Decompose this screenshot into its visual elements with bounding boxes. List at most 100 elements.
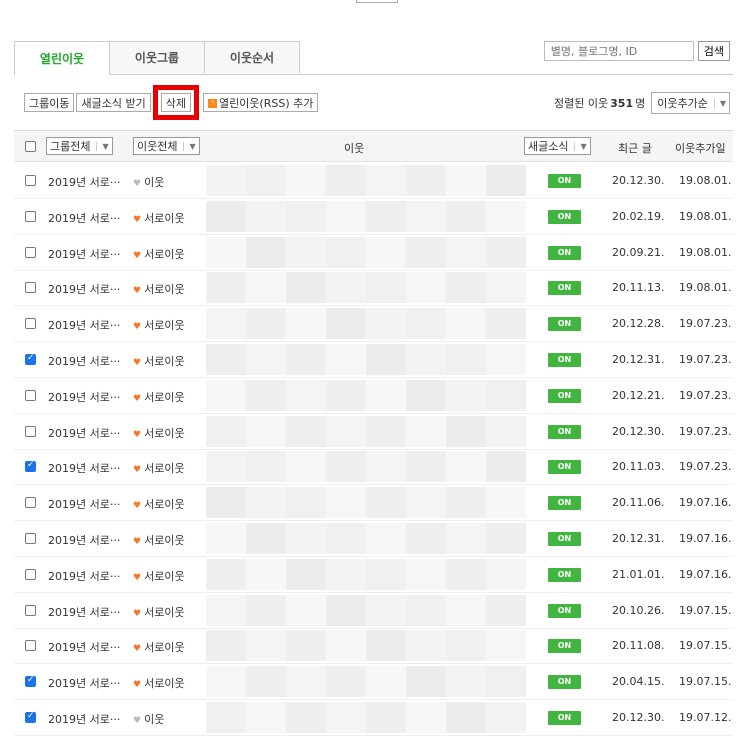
row-checkbox[interactable] xyxy=(25,460,36,473)
search-input[interactable] xyxy=(543,41,694,61)
row-checkbox[interactable] xyxy=(25,282,36,294)
neighbor-filter-select[interactable]: 이웃전체 ▼ xyxy=(133,137,200,155)
new-post-toggle[interactable]: ON xyxy=(548,675,581,690)
row-checkbox[interactable] xyxy=(25,318,36,330)
neighbor-name-blurred[interactable] xyxy=(206,558,526,590)
blurred-cell xyxy=(326,344,366,375)
chevron-down-icon: ▼ xyxy=(96,141,109,151)
heart-icon: ♥ xyxy=(133,501,142,512)
new-post-toggle[interactable]: ON xyxy=(548,460,581,475)
blurred-cell xyxy=(326,379,366,411)
new-post-toggle[interactable]: ON xyxy=(548,603,581,618)
neighbor-name-blurred[interactable] xyxy=(206,415,526,447)
row-checkbox[interactable] xyxy=(25,711,36,723)
row-checkbox[interactable] xyxy=(25,533,36,544)
row-added-date: 19.07.12. xyxy=(679,711,732,724)
blurred-cell xyxy=(246,200,286,232)
neighbor-name-blurred[interactable] xyxy=(206,451,526,483)
new-post-toggle[interactable]: ON xyxy=(548,711,581,725)
neighbor-name-blurred[interactable] xyxy=(206,308,526,340)
row-checkbox[interactable] xyxy=(25,675,36,688)
group-move-button[interactable]: 그룹이동 xyxy=(24,93,75,112)
neighbor-name-blurred[interactable] xyxy=(206,702,526,733)
row-checkbox[interactable] xyxy=(25,568,36,580)
tab-neighbor-groups[interactable]: 이웃그룹 xyxy=(109,41,205,73)
row-recent-date: 20.02.19. xyxy=(612,209,665,223)
new-post-toggle[interactable]: ON xyxy=(548,174,581,188)
neighbor-name-blurred[interactable] xyxy=(206,165,526,196)
rss-add-button[interactable]: ◝ 열린이웃(RSS) 추가 xyxy=(202,93,319,112)
blurred-cell xyxy=(286,666,326,698)
blurred-cell xyxy=(486,666,526,698)
blurred-cell xyxy=(406,165,446,196)
tab-neighbor-order[interactable]: 이웃순서 xyxy=(204,41,300,73)
neighbor-name-blurred[interactable] xyxy=(206,594,526,626)
new-post-toggle[interactable]: ON xyxy=(548,353,581,367)
row-neighbor-type-label: 서로이웃 xyxy=(144,534,185,547)
new-post-toggle[interactable]: ON xyxy=(548,209,581,224)
new-post-filter-select[interactable]: 새글소식 ▼ xyxy=(524,137,591,155)
row-checkbox[interactable] xyxy=(25,604,36,616)
row-checkbox[interactable] xyxy=(25,175,36,186)
new-post-toggle[interactable]: ON xyxy=(548,424,581,439)
row-neighbor-type: ♥ 서로이웃 xyxy=(133,281,185,297)
blurred-cell xyxy=(206,523,246,554)
blurred-cell xyxy=(406,523,446,554)
delete-button[interactable]: 삭제 xyxy=(152,85,200,120)
new-post-toggle[interactable]: ON xyxy=(548,567,581,582)
neighbor-name-blurred[interactable] xyxy=(206,666,526,698)
blurred-cell xyxy=(286,272,326,304)
new-post-toggle[interactable]: ON xyxy=(548,317,581,332)
tab-open-neighbors[interactable]: 열린이웃 xyxy=(14,41,110,75)
row-checkbox[interactable] xyxy=(25,389,36,401)
blurred-cell xyxy=(446,487,486,519)
group-filter-select[interactable]: 그룹전체 ▼ xyxy=(46,137,113,155)
sort-select[interactable]: 이웃추가순 ▼ xyxy=(651,92,730,114)
receive-news-button[interactable]: 새글소식 받기 xyxy=(76,93,151,112)
new-post-toggle[interactable]: ON xyxy=(548,281,581,296)
row-added-date: 19.07.16. xyxy=(679,496,732,510)
blurred-cell xyxy=(206,451,246,483)
blurred-cell xyxy=(486,451,526,483)
select-all-checkbox[interactable] xyxy=(25,141,36,152)
row-recent-date: 20.10.26. xyxy=(612,603,665,617)
blurred-cell xyxy=(366,415,406,447)
neighbor-name-blurred[interactable] xyxy=(206,272,526,304)
row-neighbor-type-label: 서로이웃 xyxy=(144,390,185,404)
neighbor-name-blurred[interactable] xyxy=(206,200,526,232)
blurred-cell xyxy=(366,451,406,483)
new-post-toggle[interactable]: ON xyxy=(548,496,581,511)
neighbor-name-blurred[interactable] xyxy=(206,523,526,554)
row-recent-date: 20.04.15. xyxy=(612,675,665,689)
new-post-toggle[interactable]: ON xyxy=(548,532,581,546)
blurred-cell xyxy=(206,594,246,626)
row-checkbox[interactable] xyxy=(25,210,36,222)
toolbar: 그룹이동 새글소식 받기 삭제 ◝ 열린이웃(RSS) 추가 xyxy=(24,85,320,120)
row-group: 2019년 서로··· xyxy=(48,390,121,404)
blurred-cell xyxy=(246,523,286,554)
row-checkbox[interactable] xyxy=(25,497,36,509)
new-post-toggle[interactable]: ON xyxy=(548,388,581,403)
blurred-cell xyxy=(206,666,246,698)
neighbor-name-blurred[interactable] xyxy=(206,344,526,375)
row-neighbor-type-label: 서로이웃 xyxy=(144,355,185,368)
neighbor-name-blurred[interactable] xyxy=(206,379,526,411)
new-post-toggle[interactable]: ON xyxy=(548,639,581,654)
blurred-cell xyxy=(286,308,326,340)
blurred-cell xyxy=(406,451,446,483)
row-checkbox[interactable] xyxy=(25,640,36,652)
row-checkbox[interactable] xyxy=(25,353,36,365)
row-recent-date: 20.12.21. xyxy=(612,388,665,402)
row-checkbox[interactable] xyxy=(25,425,36,437)
sort-info: 정렬된 이웃 351 명 이웃추가순 ▼ xyxy=(554,92,730,114)
search-button[interactable]: 검색 xyxy=(697,41,730,61)
new-post-toggle[interactable]: ON xyxy=(548,245,581,260)
row-checkbox[interactable] xyxy=(25,246,36,258)
neighbor-name-blurred[interactable] xyxy=(206,630,526,662)
neighbor-name-blurred[interactable] xyxy=(206,236,526,268)
row-added-date: 19.08.01. xyxy=(679,209,732,223)
blurred-cell xyxy=(446,308,486,340)
group-filter-value: 그룹전체 xyxy=(50,140,91,153)
neighbor-name-blurred[interactable] xyxy=(206,487,526,519)
blurred-cell xyxy=(366,666,406,698)
